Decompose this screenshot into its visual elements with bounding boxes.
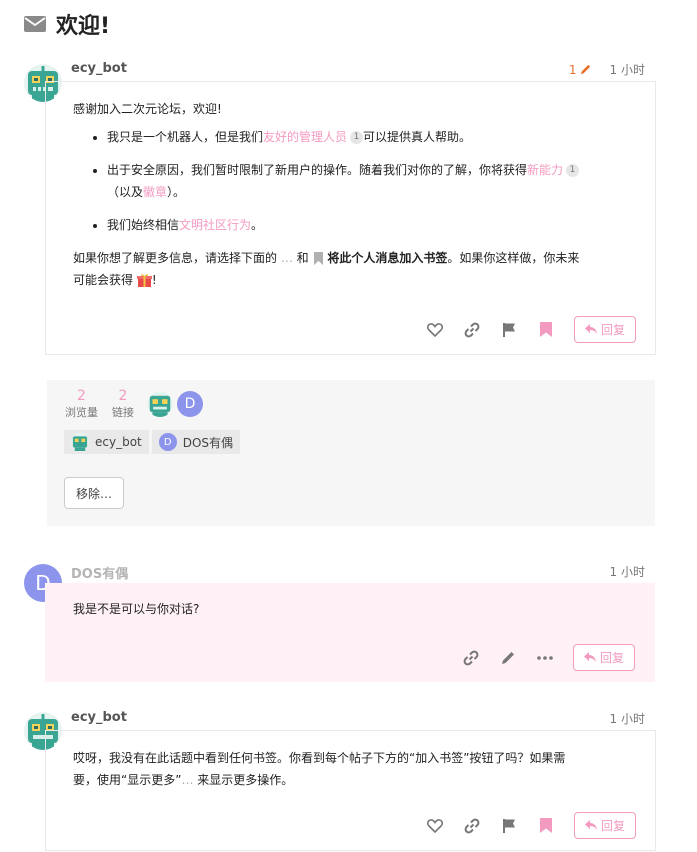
- post-3: 哎呀，我没有在此话题中看到任何书签。你看到每个帖子下方的“加入书签”按钮了吗？如…: [45, 730, 656, 851]
- text: （以及: [107, 185, 144, 199]
- post-time[interactable]: 1 小时: [610, 563, 645, 580]
- post-1: 感谢加入二次元论坛，欢迎! 我只是一个机器人，但是我们友好的管理人员1可以提供真…: [45, 81, 656, 355]
- list-item: 我们始终相信文明社区行为。: [107, 214, 643, 236]
- flag-icon[interactable]: [500, 321, 518, 339]
- envelope-icon: [24, 16, 46, 32]
- topic-header: 欢迎!: [24, 8, 110, 40]
- post-line: 哎呀，我没有在此话题中看到任何书签。你看到每个帖子下方的“加入书签”按钮了吗？如…: [73, 751, 566, 765]
- text: 可以提供真人帮助。: [363, 130, 472, 144]
- edit-count: 1: [568, 62, 577, 77]
- text: 如果你想了解更多信息，请选择下面的: [73, 251, 278, 265]
- reply-icon: [583, 652, 596, 662]
- remove-button[interactable]: 移除…: [64, 477, 124, 509]
- post-time[interactable]: 1 小时: [610, 710, 645, 727]
- post-meta: 1 小时: [610, 710, 645, 727]
- post-time[interactable]: 1 小时: [610, 61, 645, 78]
- topic-map: 2 浏览量 2 链接 D ecy_bot D DOS有偶 移除…: [47, 380, 655, 526]
- like-icon[interactable]: [426, 321, 444, 339]
- reply-button[interactable]: 回复: [573, 644, 635, 671]
- flag-icon[interactable]: [500, 817, 518, 835]
- text: 我们始终相信: [107, 218, 180, 232]
- links-stat[interactable]: 2 链接: [112, 388, 134, 420]
- text: !: [151, 273, 157, 287]
- pencil-icon: [580, 64, 590, 75]
- bookmark-icon: [313, 252, 323, 265]
- more-dots: …: [280, 251, 293, 265]
- bullet-list: 我只是一个机器人，但是我们友好的管理人员1可以提供真人帮助。 出于安全原因，我们…: [73, 126, 643, 236]
- post-2: 我是不是可以与你对话? 回复: [45, 583, 655, 682]
- post-line: 要，使用“显示更多”… 来显示更多操作。: [73, 769, 648, 791]
- participant-avatar[interactable]: D: [177, 391, 203, 417]
- chip-name: DOS有偶: [182, 435, 234, 450]
- robot-avatar-icon: [71, 433, 89, 451]
- post-body: 哎呀，我没有在此话题中看到任何书签。你看到每个帖子下方的“加入书签”按钮了吗？如…: [73, 747, 648, 791]
- text: 来显示更多操作。: [193, 773, 294, 787]
- views-count: 2: [77, 388, 86, 404]
- link-icon[interactable]: [463, 321, 481, 339]
- text: ）。: [167, 185, 186, 199]
- chip-name: ecy_bot: [95, 435, 142, 449]
- post-actions: 回复: [462, 644, 635, 671]
- post-intro: 感谢加入二次元论坛，欢迎!: [73, 102, 222, 116]
- post-actions: 回复: [426, 812, 636, 839]
- bookmark-icon[interactable]: [537, 321, 555, 339]
- reply-icon: [584, 820, 597, 830]
- links-count: 2: [118, 388, 128, 404]
- civilized-behavior-link[interactable]: 文明社区行为: [179, 218, 251, 232]
- text: 。如果你这样做，你未来: [447, 251, 580, 265]
- post-paragraph: 如果你想了解更多信息，请选择下面的 … 和 将此个人消息加入书签。如果你这样做，…: [73, 247, 643, 291]
- like-icon[interactable]: [426, 817, 444, 835]
- link-count-badge: 1: [350, 131, 364, 144]
- links-label: 链接: [112, 406, 134, 419]
- bookmark-icon[interactable]: [537, 817, 555, 835]
- gift-icon: [136, 274, 152, 287]
- text: 要，使用“显示更多”: [73, 773, 182, 787]
- post-actions: 回复: [426, 316, 636, 343]
- moderators-link[interactable]: 友好的管理人员: [263, 130, 347, 144]
- edit-history-button[interactable]: 1: [569, 63, 592, 77]
- text: 我只是一个机器人，但是我们: [107, 130, 264, 144]
- reply-icon: [584, 324, 597, 334]
- pencil-icon[interactable]: [499, 649, 517, 667]
- link-icon[interactable]: [462, 649, 480, 667]
- bold-text: 将此个人消息加入书签: [327, 251, 448, 265]
- text: 。: [251, 218, 264, 232]
- participant-chip[interactable]: D DOS有偶: [151, 430, 241, 454]
- reply-button[interactable]: 回复: [574, 316, 636, 343]
- text: 出于安全原因，我们暂时限制了新用户的操作。随着我们对你的了解，你将获得: [107, 163, 528, 177]
- reply-label: 回复: [600, 819, 625, 833]
- participant-avatar[interactable]: [147, 391, 173, 417]
- reply-label: 回复: [599, 651, 624, 665]
- robot-avatar-icon: [147, 391, 173, 417]
- post-body: 感谢加入二次元论坛，欢迎! 我只是一个机器人，但是我们友好的管理人员1可以提供真…: [73, 98, 643, 291]
- post-username[interactable]: ecy_bot: [71, 61, 127, 76]
- list-item: 出于安全原因，我们暂时限制了新用户的操作。随着我们对你的了解，你将获得新能力1 …: [107, 159, 643, 203]
- post-meta: 1 小时: [610, 563, 645, 580]
- text: 可能会获得: [73, 273, 134, 287]
- link-icon[interactable]: [463, 817, 481, 835]
- badges-link[interactable]: 徽章: [143, 185, 167, 199]
- reply-label: 回复: [600, 323, 625, 337]
- post-body: 我是不是可以与你对话?: [73, 602, 200, 616]
- link-count-badge: 1: [566, 164, 580, 177]
- page-title: 欢迎!: [56, 14, 111, 39]
- participant-chip[interactable]: ecy_bot: [64, 430, 149, 454]
- new-abilities-link[interactable]: 新能力: [527, 163, 563, 177]
- post-username[interactable]: DOS有偶: [71, 563, 128, 582]
- more-icon[interactable]: [536, 649, 554, 667]
- text: 和: [296, 251, 309, 265]
- participant-chips: ecy_bot D DOS有偶: [64, 430, 241, 454]
- more-dots: …: [181, 773, 194, 787]
- avatar: D: [158, 433, 177, 451]
- views-stat: 2 浏览量: [65, 388, 98, 420]
- post-meta: 1 1 小时: [569, 61, 645, 78]
- post-username[interactable]: ecy_bot: [71, 710, 127, 725]
- views-label: 浏览量: [65, 406, 98, 419]
- list-item: 我只是一个机器人，但是我们友好的管理人员1可以提供真人帮助。: [107, 126, 643, 148]
- reply-button[interactable]: 回复: [574, 812, 636, 839]
